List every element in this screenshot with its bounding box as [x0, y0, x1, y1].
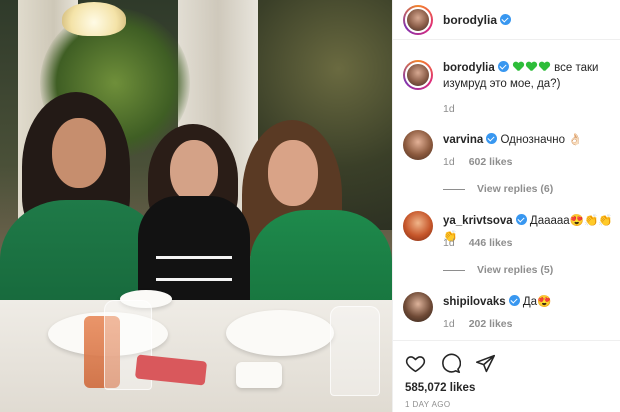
- caption-time: 1d: [443, 103, 455, 115]
- author-avatar[interactable]: [403, 4, 433, 35]
- comment-meta: 1d 202 likes: [443, 318, 512, 330]
- share-send-icon[interactable]: [475, 353, 496, 374]
- commenter-avatar[interactable]: [403, 130, 433, 160]
- view-replies-button[interactable]: View replies (6): [443, 183, 553, 195]
- caption-text: borodylia все таки изумруд это мое, да?): [443, 60, 598, 92]
- post-timestamp: 1 DAY AGO: [405, 400, 451, 409]
- comment-text: Да😍: [522, 296, 552, 308]
- comment-username[interactable]: shipilovaks: [443, 296, 506, 308]
- post-actions: 585,072 likes 1 DAY AGO: [393, 340, 620, 412]
- caption-username[interactable]: borodylia: [443, 62, 495, 74]
- photo-lamp: [62, 2, 126, 36]
- commenter-avatar[interactable]: [403, 211, 433, 241]
- action-icons: [405, 353, 496, 374]
- verified-badge-icon: [508, 295, 520, 306]
- verified-badge-icon: [500, 13, 512, 25]
- comment-meta: 1d 602 likes: [443, 156, 512, 168]
- comment-username[interactable]: varvina: [443, 134, 483, 146]
- comment-likes[interactable]: 446 likes: [469, 237, 513, 249]
- author-username[interactable]: borodylia: [443, 13, 512, 27]
- comment-time: 1d: [443, 318, 455, 330]
- post-likes-count[interactable]: 585,072 likes: [405, 382, 475, 394]
- replies-line: [443, 188, 465, 190]
- photo-person-middle-face: [170, 140, 218, 202]
- commenter-avatar[interactable]: [403, 292, 433, 322]
- comment-meta: 1d 446 likes: [443, 237, 512, 249]
- comment-likes[interactable]: 602 likes: [469, 156, 513, 168]
- photo-glass: [330, 306, 380, 396]
- view-replies-button[interactable]: View replies (5): [443, 264, 553, 276]
- comment-bubble-icon[interactable]: [440, 353, 461, 374]
- photo-dish: [236, 362, 282, 388]
- caption-line1: все таки: [554, 62, 599, 74]
- photo-person-right-face: [268, 140, 318, 206]
- replies-line: [443, 269, 465, 271]
- comment-username[interactable]: ya_krivtsova: [443, 215, 513, 227]
- author-avatar[interactable]: [403, 60, 433, 90]
- verified-badge-icon: [486, 133, 498, 144]
- verified-badge-icon: [515, 214, 527, 225]
- green-heart-icon: [513, 62, 524, 72]
- verified-badge-icon: [497, 61, 509, 72]
- comment-text: Однозначно 👌🏻: [500, 134, 583, 146]
- caption-line2: изумруд это мое, да?): [443, 78, 561, 90]
- photo-plate: [226, 310, 334, 356]
- comment-likes[interactable]: 202 likes: [469, 318, 513, 330]
- photo-person-left-face: [52, 118, 106, 188]
- post-photo[interactable]: [0, 0, 392, 412]
- post-caption: borodylia все таки изумруд это мое, да?): [403, 60, 613, 92]
- post-header: borodylia: [393, 0, 620, 40]
- comment-time: 1d: [443, 237, 455, 249]
- green-heart-icon: [526, 62, 537, 72]
- like-heart-icon[interactable]: [405, 353, 426, 374]
- post-side-panel: borodylia borodylia все таки изумруд это…: [392, 0, 620, 412]
- comment-time: 1d: [443, 156, 455, 168]
- green-heart-icon: [539, 62, 550, 72]
